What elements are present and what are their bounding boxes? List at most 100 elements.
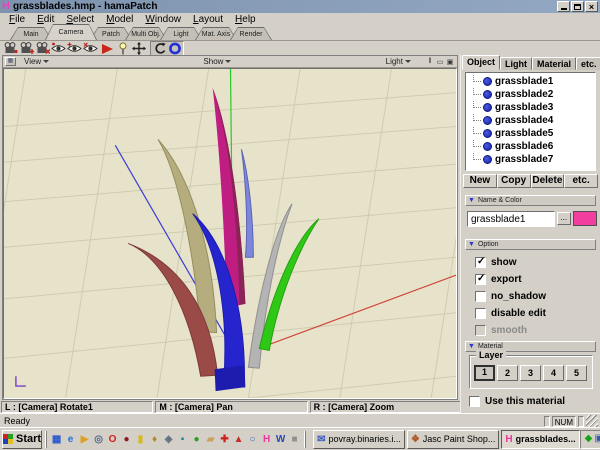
hamapatch-app-icon: H bbox=[2, 1, 10, 12]
layer-button[interactable]: 3 bbox=[520, 365, 541, 381]
dialer-icon[interactable]: ◈ bbox=[162, 432, 175, 447]
object-list-item[interactable]: grassblade1 bbox=[470, 75, 595, 88]
eye-icon[interactable] bbox=[51, 42, 66, 55]
task-window-button[interactable]: H grassblades... bbox=[501, 430, 579, 449]
opera-icon[interactable]: O bbox=[106, 432, 119, 447]
panel-tab[interactable]: Object bbox=[462, 55, 500, 70]
internet-explorer-icon[interactable]: e bbox=[64, 432, 77, 447]
display-icon[interactable]: ▣ bbox=[594, 434, 600, 444]
viewport-pane-control-icon[interactable]: ▣ bbox=[445, 58, 455, 66]
rotate-blue-icon[interactable] bbox=[167, 42, 182, 55]
mail-icon[interactable]: ▲ bbox=[232, 432, 245, 447]
option-checkbox[interactable] bbox=[475, 257, 486, 268]
layer-button[interactable]: 5 bbox=[566, 365, 587, 381]
option-checkbox[interactable] bbox=[475, 308, 486, 319]
option-checkbox[interactable] bbox=[475, 274, 486, 285]
color-browse-button[interactable]: ... bbox=[557, 212, 571, 225]
mode-tab[interactable]: Mat. Axis bbox=[195, 27, 237, 40]
layer-button[interactable]: 4 bbox=[543, 365, 564, 381]
option-checkbox[interactable] bbox=[475, 291, 486, 302]
viewport-3d-canvas[interactable] bbox=[3, 68, 457, 399]
tv-tuner-icon[interactable]: ▮ bbox=[134, 432, 147, 447]
misc-app-icon[interactable]: ■ bbox=[288, 432, 301, 447]
volume-icon[interactable]: ♦ bbox=[148, 432, 161, 447]
mode-tab[interactable]: Multi Obj. bbox=[125, 27, 167, 40]
task-window-button[interactable]: ❖ Jasc Paint Shop... bbox=[407, 430, 500, 449]
move-cross-icon[interactable] bbox=[131, 42, 146, 55]
start-button[interactable]: Start bbox=[2, 430, 42, 449]
icq-icon[interactable]: ● bbox=[190, 432, 203, 447]
panel-tab[interactable]: Material bbox=[532, 57, 576, 70]
realplayer-icon[interactable]: ● bbox=[120, 432, 133, 447]
viewport-menu[interactable]: Light bbox=[386, 57, 411, 66]
layer-button[interactable]: 2 bbox=[497, 365, 518, 381]
object-list-item[interactable]: grassblade3 bbox=[470, 101, 595, 114]
taskbar-divider[interactable] bbox=[304, 431, 306, 448]
render-play-icon[interactable] bbox=[99, 42, 114, 55]
object-list-item[interactable]: grassblade6 bbox=[470, 140, 595, 153]
menu-item[interactable]: Layout bbox=[187, 14, 229, 25]
first-aid-icon[interactable]: ✚ bbox=[218, 432, 231, 447]
mode-tab[interactable]: Patch bbox=[90, 27, 132, 40]
eye-add-icon[interactable] bbox=[67, 42, 82, 55]
camera-icon[interactable] bbox=[3, 42, 18, 55]
viewport-menu[interactable]: View bbox=[24, 57, 49, 66]
object-action-button[interactable]: etc. bbox=[564, 174, 598, 188]
use-material-checkbox[interactable] bbox=[469, 396, 480, 407]
minimize-button[interactable] bbox=[557, 1, 570, 12]
camera-add-icon[interactable] bbox=[19, 42, 34, 55]
eye-delete-icon[interactable] bbox=[83, 42, 98, 55]
mode-tab[interactable]: Light bbox=[160, 27, 202, 40]
object-list-item[interactable]: grassblade2 bbox=[470, 88, 595, 101]
hamapatch-quick-icon[interactable]: H bbox=[260, 432, 273, 447]
mode-tab[interactable]: Main bbox=[10, 27, 52, 40]
section-name-color[interactable]: ▼ Name & Color bbox=[465, 195, 596, 206]
rotate-black-icon[interactable] bbox=[152, 42, 167, 55]
maximize-button[interactable] bbox=[571, 1, 584, 12]
menu-item[interactable]: Model bbox=[100, 14, 139, 25]
object-color-swatch[interactable] bbox=[573, 211, 597, 226]
tree-connector bbox=[473, 101, 481, 108]
menu-item[interactable]: File bbox=[3, 14, 31, 25]
image-viewer-icon[interactable]: ◎ bbox=[92, 432, 105, 447]
panel-tab[interactable]: etc. bbox=[576, 57, 600, 70]
notes-icon[interactable]: ▰ bbox=[204, 432, 217, 447]
viewport-pane-control-icon[interactable]: ‖ bbox=[425, 58, 435, 66]
object-list-item[interactable]: grassblade7 bbox=[470, 153, 595, 166]
mode-tab[interactable]: Camera bbox=[45, 24, 97, 40]
panel-tab[interactable]: Light bbox=[500, 57, 532, 70]
option-checkbox[interactable] bbox=[475, 325, 486, 336]
object-action-button[interactable]: Delete bbox=[531, 174, 565, 188]
layer-button[interactable]: 1 bbox=[474, 365, 495, 381]
menu-item[interactable]: Help bbox=[229, 14, 262, 25]
viewport-menu[interactable]: Show bbox=[203, 57, 231, 66]
close-button[interactable]: × bbox=[585, 1, 598, 12]
mode-tab[interactable]: Render bbox=[230, 27, 272, 40]
taskbar-divider[interactable] bbox=[45, 431, 47, 448]
object-name-input[interactable]: grassblade1 bbox=[467, 211, 555, 227]
object-action-button[interactable]: New bbox=[463, 174, 497, 188]
object-list[interactable]: grassblade1 grassblade2 grassblade3 gras… bbox=[465, 72, 596, 171]
quick-launch-bar: ▦e▶◎O●▮♦◈▪●▰✚▲○HW■ bbox=[50, 432, 301, 447]
section-option[interactable]: ▼ Option bbox=[465, 239, 596, 250]
mouse-hint: R : [Camera] Zoom bbox=[310, 401, 462, 413]
scheduler-icon[interactable]: ◆ bbox=[585, 434, 593, 444]
light-pin-icon[interactable] bbox=[115, 42, 130, 55]
camera-delete-icon[interactable] bbox=[35, 42, 50, 55]
media-play-icon[interactable]: ▶ bbox=[78, 432, 91, 447]
menu-item[interactable]: Window bbox=[139, 14, 187, 25]
viewport-grid-icon[interactable]: ▦ bbox=[5, 57, 16, 66]
globe-time-icon[interactable]: ○ bbox=[246, 432, 259, 447]
viewport-pane-control-icon[interactable]: ▭ bbox=[435, 58, 445, 66]
messenger-icon[interactable]: ▪ bbox=[176, 432, 189, 447]
object-list-item[interactable]: grassblade5 bbox=[470, 127, 595, 140]
task-window-button[interactable]: ✉ povray.binaries.i... bbox=[313, 430, 405, 449]
menu-item[interactable]: Select bbox=[60, 14, 100, 25]
chart-app-icon[interactable]: ▦ bbox=[50, 432, 63, 447]
use-material-row: Use this material bbox=[469, 396, 565, 407]
object-list-item[interactable]: grassblade4 bbox=[470, 114, 595, 127]
word-icon[interactable]: W bbox=[274, 432, 287, 447]
object-action-button[interactable]: Copy bbox=[497, 174, 531, 188]
resize-grip[interactable] bbox=[586, 415, 598, 427]
menu-item[interactable]: Edit bbox=[31, 14, 60, 25]
